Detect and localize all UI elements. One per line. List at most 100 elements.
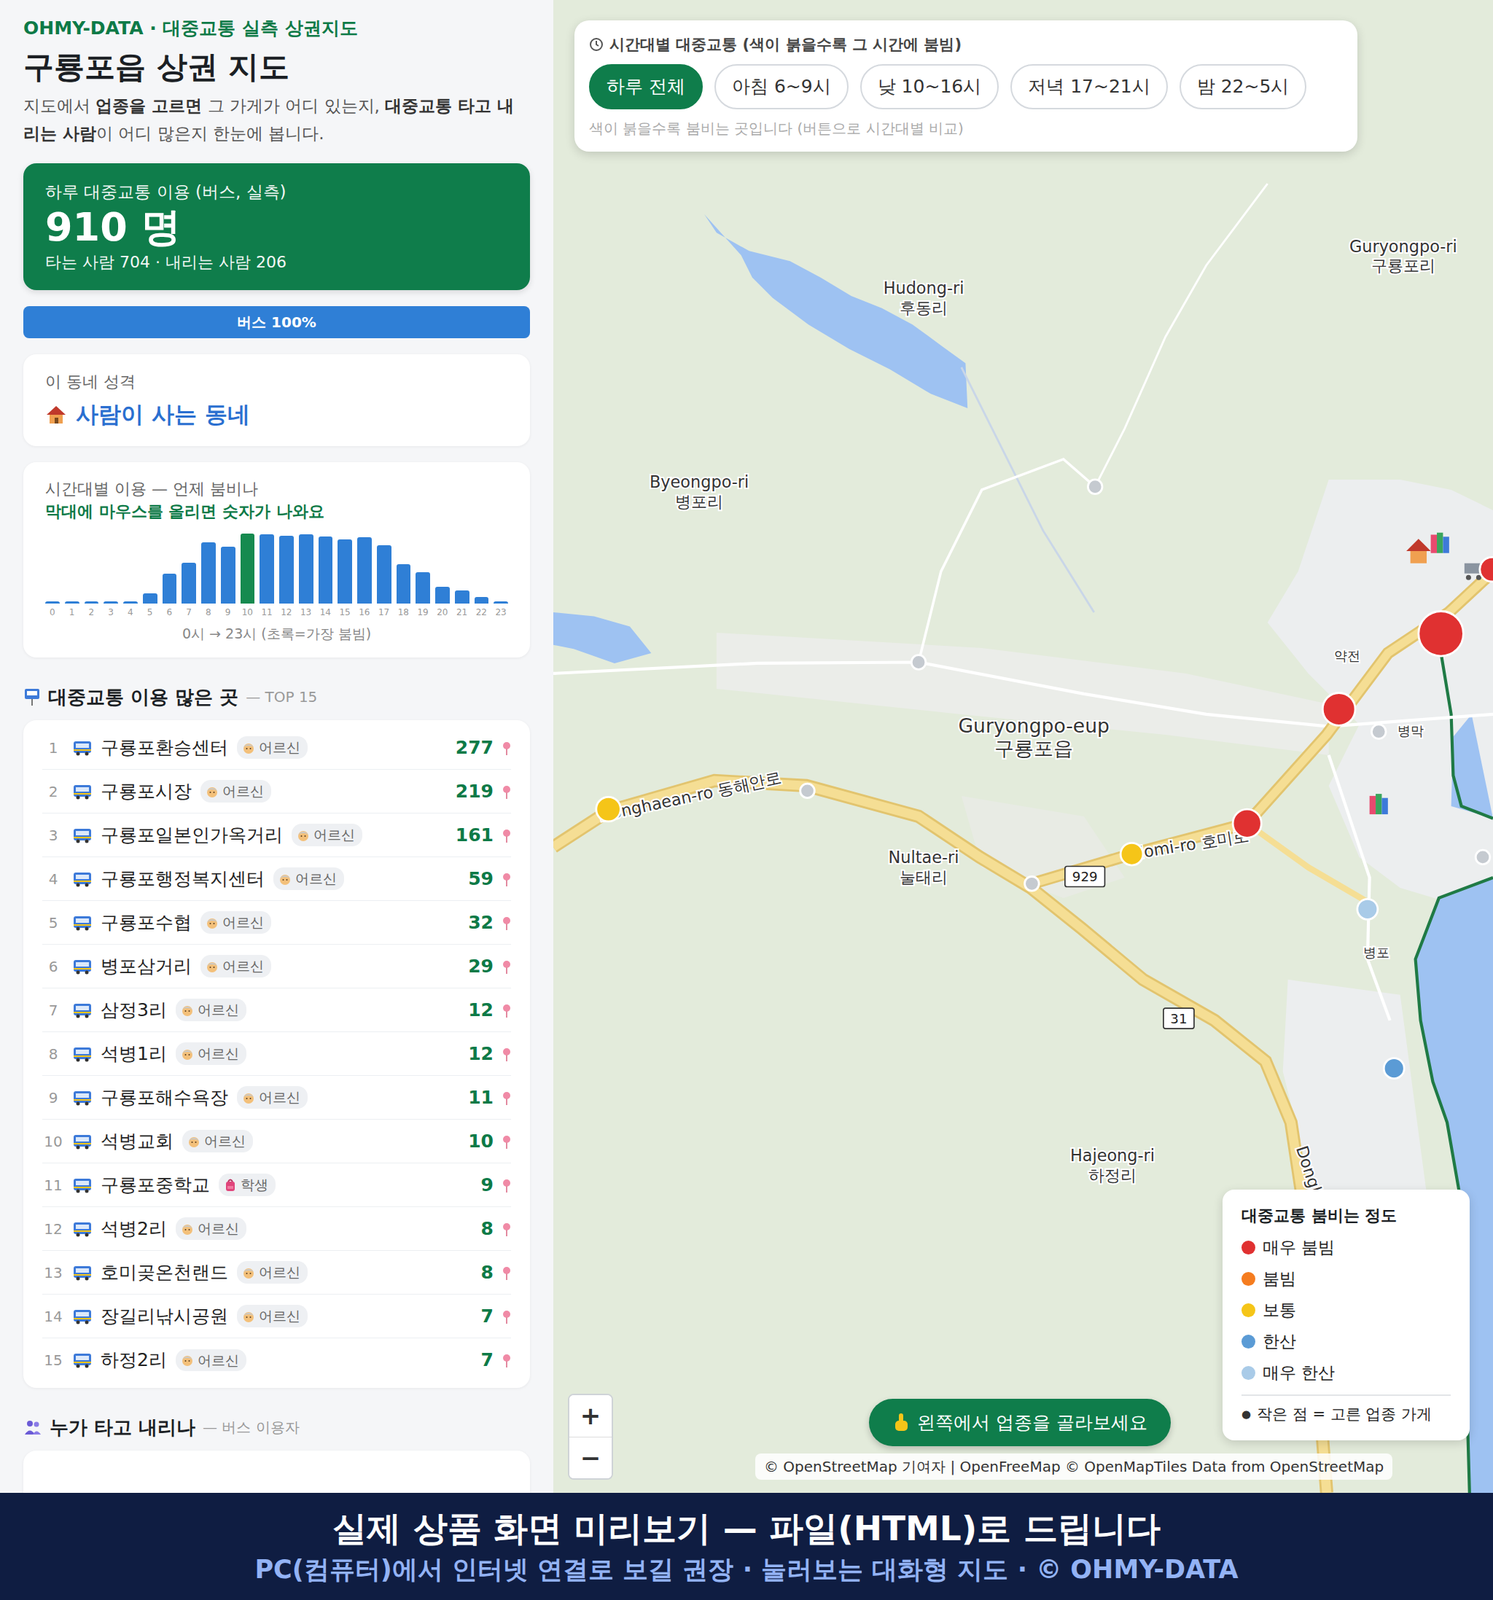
stop-marker[interactable] bbox=[1322, 693, 1356, 727]
hour-column[interactable] bbox=[162, 533, 178, 604]
hour-bar[interactable] bbox=[318, 536, 334, 604]
stop-row[interactable]: 4구룡포행정복지센터어르신59 bbox=[42, 857, 512, 902]
hour-column[interactable] bbox=[318, 533, 334, 604]
locate-pin-icon[interactable] bbox=[502, 914, 512, 931]
hour-column[interactable] bbox=[376, 533, 392, 604]
hour-bar[interactable] bbox=[142, 593, 158, 604]
stop-row[interactable]: 6병포삼거리어르신29 bbox=[42, 944, 512, 989]
hour-bar[interactable] bbox=[493, 601, 509, 604]
stop-marker[interactable] bbox=[1120, 842, 1144, 866]
zoom-out-button[interactable]: − bbox=[569, 1436, 612, 1479]
hour-bar[interactable] bbox=[220, 546, 236, 604]
hour-column[interactable] bbox=[454, 533, 470, 604]
locate-pin-icon[interactable] bbox=[502, 1308, 512, 1325]
hour-column[interactable] bbox=[435, 533, 450, 604]
map[interactable]: Hudong-ri후동리Byeongpo-ri병포리Guryongpo-eup구… bbox=[553, 0, 1493, 1493]
map-attribution[interactable]: © OpenStreetMap 기여자 | OpenFreeMap © Open… bbox=[755, 1453, 1393, 1480]
stop-row[interactable]: 2구룡포시장어르신219 bbox=[42, 769, 512, 814]
hour-column[interactable] bbox=[84, 533, 100, 604]
time-filter-button[interactable]: 밤 22~5시 bbox=[1179, 64, 1308, 110]
hour-bar[interactable] bbox=[337, 539, 353, 604]
locate-pin-icon[interactable] bbox=[502, 1089, 512, 1106]
stop-row[interactable]: 7삼정3리어르신12 bbox=[42, 988, 512, 1033]
hour-bar[interactable] bbox=[435, 586, 450, 604]
locate-pin-icon[interactable] bbox=[502, 827, 512, 844]
stop-marker[interactable] bbox=[1383, 1058, 1405, 1079]
stop-marker[interactable] bbox=[1357, 898, 1378, 920]
hour-bar[interactable] bbox=[259, 534, 275, 604]
locate-pin-icon[interactable] bbox=[502, 871, 512, 888]
stop-row[interactable]: 3구룡포일본인가옥거리어르신161 bbox=[42, 813, 512, 858]
hour-bar[interactable] bbox=[201, 542, 216, 604]
hour-bar[interactable] bbox=[103, 601, 119, 604]
stop-row[interactable]: 14장길리낚시공원어르신7 bbox=[42, 1294, 512, 1339]
stop-marker[interactable] bbox=[596, 796, 622, 822]
locate-pin-icon[interactable] bbox=[502, 1221, 512, 1238]
hour-column[interactable] bbox=[220, 533, 236, 604]
locate-pin-icon[interactable] bbox=[502, 1002, 512, 1019]
stop-marker[interactable] bbox=[1479, 556, 1493, 582]
stop-row[interactable]: 13호미곶온천랜드어르신8 bbox=[42, 1250, 512, 1295]
hour-bar[interactable] bbox=[474, 597, 490, 604]
hour-column[interactable] bbox=[474, 533, 490, 604]
hour-column[interactable] bbox=[181, 533, 197, 604]
stop-row[interactable]: 11구룡포중학교학생9 bbox=[42, 1163, 512, 1208]
stop-row[interactable]: 10석병교회어르신10 bbox=[42, 1119, 512, 1164]
stop-marker[interactable] bbox=[800, 783, 816, 799]
zoom-in-button[interactable]: + bbox=[569, 1395, 612, 1437]
hour-bar[interactable] bbox=[240, 533, 256, 604]
stop-row[interactable]: 15하정2리어르신7 bbox=[42, 1338, 512, 1383]
stop-row[interactable]: 5구룡포수협어르신32 bbox=[42, 901, 512, 945]
hour-bar[interactable] bbox=[396, 564, 412, 604]
hour-bar[interactable] bbox=[64, 601, 80, 604]
hour-bar[interactable] bbox=[84, 601, 100, 604]
pick-category-button[interactable]: 왼쪽에서 업종을 골라보세요 bbox=[868, 1398, 1171, 1448]
stop-marker[interactable] bbox=[1024, 876, 1040, 891]
locate-pin-icon[interactable] bbox=[502, 783, 512, 800]
hour-column[interactable] bbox=[337, 533, 353, 604]
hour-column[interactable] bbox=[142, 533, 158, 604]
hour-bar[interactable] bbox=[279, 535, 294, 604]
hour-column[interactable] bbox=[201, 533, 216, 604]
hour-bar[interactable] bbox=[376, 545, 392, 604]
hour-column[interactable] bbox=[357, 533, 372, 604]
stop-marker[interactable] bbox=[911, 655, 926, 670]
stop-row[interactable]: 1구룡포환승센터어르신277 bbox=[42, 726, 512, 770]
hour-column[interactable] bbox=[396, 533, 412, 604]
stop-marker[interactable] bbox=[1087, 479, 1103, 495]
hour-column[interactable] bbox=[279, 533, 294, 604]
hour-bar[interactable] bbox=[45, 601, 60, 604]
hour-bar[interactable] bbox=[454, 590, 470, 604]
locate-pin-icon[interactable] bbox=[502, 739, 512, 756]
hour-column[interactable] bbox=[298, 533, 314, 604]
locate-pin-icon[interactable] bbox=[502, 1177, 512, 1194]
locate-pin-icon[interactable] bbox=[502, 1133, 512, 1150]
hour-column[interactable] bbox=[415, 533, 431, 604]
hour-column[interactable] bbox=[493, 533, 509, 604]
hour-bar[interactable] bbox=[357, 537, 372, 604]
locate-pin-icon[interactable] bbox=[502, 1352, 512, 1369]
locate-pin-icon[interactable] bbox=[502, 1264, 512, 1281]
locate-pin-icon[interactable] bbox=[502, 1046, 512, 1063]
hour-column[interactable] bbox=[259, 533, 275, 604]
hour-column[interactable] bbox=[103, 533, 119, 604]
stop-row[interactable]: 12석병2리어르신8 bbox=[42, 1207, 512, 1251]
hour-column[interactable] bbox=[123, 533, 138, 604]
hour-bar[interactable] bbox=[415, 572, 431, 604]
hour-bar[interactable] bbox=[181, 562, 197, 604]
time-filter-button[interactable]: 저녁 17~21시 bbox=[1010, 64, 1168, 110]
stop-row[interactable]: 9구룡포해수욕장어르신11 bbox=[42, 1076, 512, 1120]
books-icon[interactable] bbox=[1369, 793, 1389, 815]
hour-column[interactable] bbox=[64, 533, 80, 604]
time-filter-button[interactable]: 아침 6~9시 bbox=[714, 64, 849, 110]
hour-bar[interactable] bbox=[298, 534, 314, 604]
stop-marker[interactable] bbox=[1232, 809, 1262, 838]
stop-row[interactable]: 8석병1리어르신12 bbox=[42, 1032, 512, 1077]
stop-marker[interactable] bbox=[1418, 611, 1464, 657]
stop-marker[interactable] bbox=[1475, 850, 1491, 865]
books-icon[interactable] bbox=[1431, 532, 1450, 554]
time-filter-button[interactable]: 낮 10~16시 bbox=[860, 64, 1000, 110]
locate-pin-icon[interactable] bbox=[502, 958, 512, 975]
hour-bar[interactable] bbox=[123, 601, 138, 604]
hour-column[interactable] bbox=[45, 533, 60, 604]
